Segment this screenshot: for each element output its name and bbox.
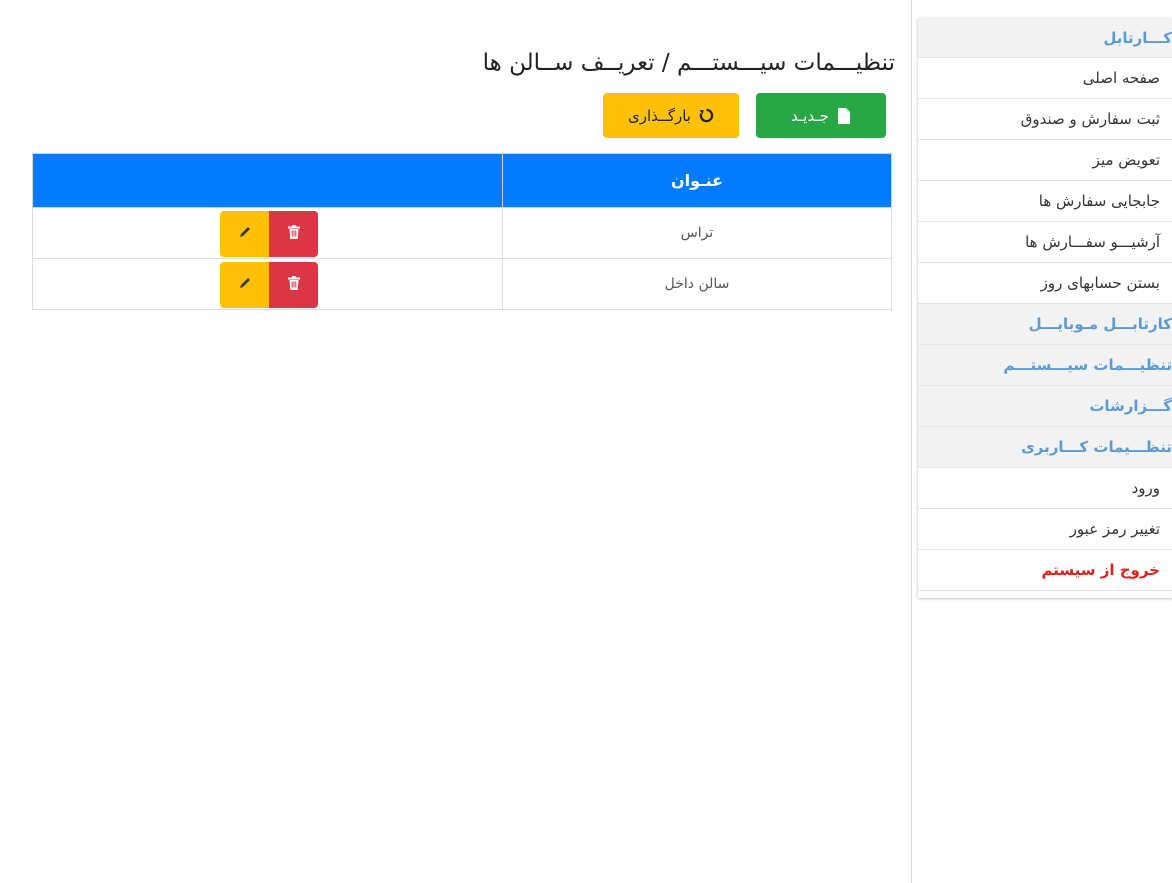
row-actions-cell <box>32 258 503 310</box>
reload-button[interactable]: بارگــذاری <box>603 93 739 138</box>
sidebar-heading-cartable[interactable]: کـــارتابل <box>918 18 1172 58</box>
page-title: تنظیـــمات سیـــستـــم / تعریــف ســالن … <box>482 50 895 76</box>
sidebar-item-move-orders[interactable]: جابجایی سفارش ها <box>918 181 1172 222</box>
trash-icon <box>287 225 300 243</box>
row-title-cell: سالن داخل <box>502 258 892 310</box>
row-actions-cell <box>32 207 503 259</box>
main-content: تنظیـــمات سیـــستـــم / تعریــف ســالن … <box>0 0 912 883</box>
delete-button[interactable] <box>269 211 318 257</box>
sidebar-heading-system-settings[interactable]: تنظیـــمات سیـــستـــم <box>918 345 1172 386</box>
halls-table: عنـوان تراس سالن داخل <box>32 153 892 310</box>
pencil-icon <box>238 225 252 243</box>
sidebar-heading-mobile[interactable]: کارتابـــل مـوبایـــل <box>918 304 1172 345</box>
column-header-title: عنـوان <box>502 153 892 208</box>
sidebar-item-login[interactable]: ورود <box>918 468 1172 509</box>
table-header-row: عنـوان <box>32 153 892 208</box>
reload-button-label: بارگــذاری <box>628 106 691 125</box>
sidebar-item-order-register[interactable]: ثبت سفارش و صندوق <box>918 99 1172 140</box>
sidebar-item-change-password[interactable]: تغییر رمز عبور <box>918 509 1172 550</box>
delete-button[interactable] <box>269 262 318 308</box>
sidebar-item-close-day[interactable]: بستن حسابهای روز <box>918 263 1172 304</box>
column-header-actions <box>32 153 503 208</box>
sidebar-heading-user-settings[interactable]: تنظـــیمات کـــاربری <box>918 427 1172 468</box>
new-button[interactable]: جـدیـد <box>756 93 886 138</box>
pencil-icon <box>238 276 252 294</box>
sidebar-heading-reports[interactable]: گـــزارشات <box>918 386 1172 427</box>
file-icon <box>837 107 851 124</box>
refresh-icon <box>699 108 714 123</box>
row-title-cell: تراس <box>502 207 892 259</box>
sidebar-item-home[interactable]: صفحه اصلی <box>918 58 1172 99</box>
table-row: سالن داخل <box>32 258 892 310</box>
trash-icon <box>287 276 300 294</box>
edit-button[interactable] <box>220 262 269 308</box>
sidebar-item-order-archive[interactable]: آرشیـــو سفـــارش ها <box>918 222 1172 263</box>
sidebar-item-change-table[interactable]: تعویض میز <box>918 140 1172 181</box>
table-row: تراس <box>32 207 892 259</box>
sidebar-menu: کـــارتابل صفحه اصلی ثبت سفارش و صندوق ت… <box>918 18 1172 598</box>
new-button-label: جـدیـد <box>791 106 829 125</box>
edit-button[interactable] <box>220 211 269 257</box>
sidebar-item-logout[interactable]: خروج از سیستم <box>918 550 1172 591</box>
